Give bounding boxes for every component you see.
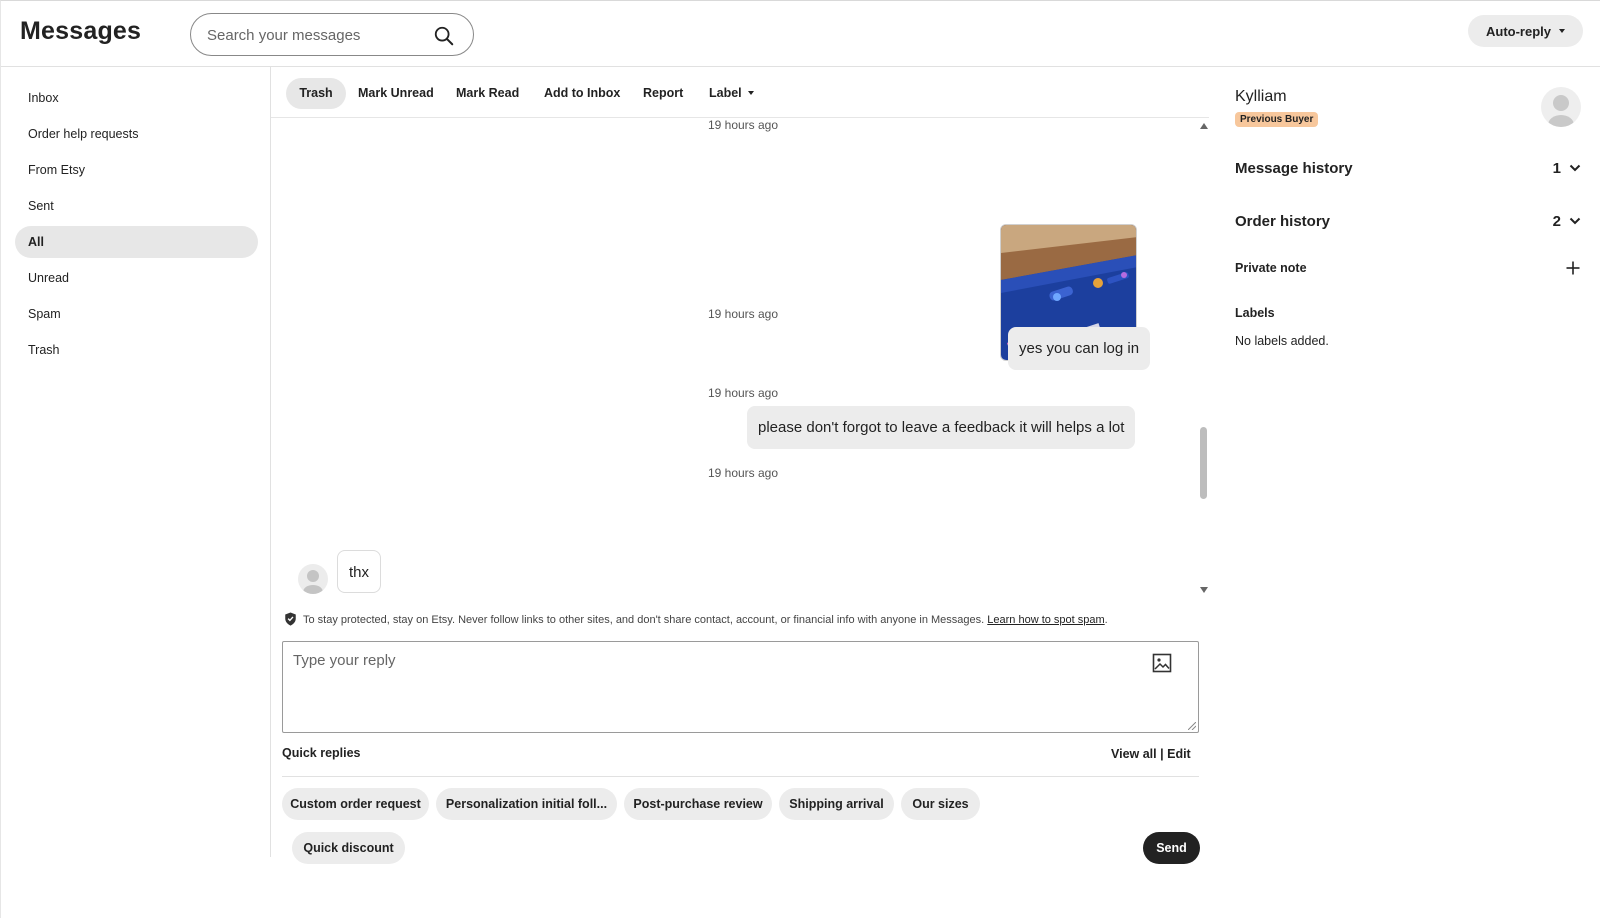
sidebar-item-trash[interactable]: Trash: [15, 334, 258, 366]
mark-read-button[interactable]: Mark Read: [456, 78, 519, 109]
scrollbar-thumb[interactable]: [1200, 427, 1207, 499]
reply-box[interactable]: [282, 641, 1199, 733]
link-separator: |: [1160, 747, 1164, 761]
trash-button[interactable]: Trash: [286, 78, 346, 109]
search-input[interactable]: [207, 23, 427, 47]
buyer-name[interactable]: Kylliam: [1235, 88, 1287, 106]
message-history-count: 1: [1552, 160, 1561, 177]
message-bubble-incoming: thx: [337, 550, 382, 593]
safety-notice: To stay protected, stay on Etsy. Never f…: [284, 612, 1184, 626]
quick-reply-chip[interactable]: Post-purchase review: [624, 788, 772, 820]
safety-notice-text: To stay protected, stay on Etsy. Never f…: [303, 614, 985, 626]
labels-title: Labels: [1235, 306, 1275, 320]
add-image-icon[interactable]: [1152, 653, 1172, 673]
chevron-down-icon: [1569, 164, 1581, 172]
view-all-link[interactable]: View all: [1111, 747, 1157, 761]
quick-reply-chip[interactable]: Personalization initial foll...: [436, 788, 617, 820]
edit-link[interactable]: Edit: [1167, 747, 1191, 761]
folder-sidebar: Inbox Order help requests From Etsy Sent…: [1, 67, 271, 857]
thread-scrollbar[interactable]: [1199, 118, 1209, 601]
message-toolbar: Trash Mark Unread Mark Read Add to Inbox…: [271, 67, 1209, 118]
sidebar-item-unread[interactable]: Unread: [15, 262, 258, 294]
app-window: Messages Auto-reply Inbox Order help req…: [0, 0, 1600, 918]
message-bubble-outgoing: yes you can log in: [1008, 327, 1151, 370]
avatar-silhouette-icon: [303, 570, 323, 594]
sidebar-item-inbox[interactable]: Inbox: [15, 82, 258, 114]
no-labels-text: No labels added.: [1235, 334, 1329, 348]
divider: [282, 776, 1199, 777]
auto-reply-label: Auto-reply: [1486, 23, 1551, 39]
scroll-up-arrow-icon[interactable]: [1200, 123, 1208, 129]
header: Messages Auto-reply: [1, 1, 1600, 67]
quick-replies-title: Quick replies: [282, 746, 361, 760]
learn-spam-link[interactable]: Learn how to spot spam: [987, 614, 1104, 626]
buyer-avatar-small: [298, 564, 328, 594]
label-dropdown[interactable]: Label: [709, 78, 754, 109]
quick-reply-chip[interactable]: Custom order request: [282, 788, 429, 820]
message-history-label: Message history: [1235, 160, 1353, 177]
message-timestamp: 19 hours ago: [707, 386, 779, 400]
caret-down-icon: [747, 90, 754, 95]
message-history-row[interactable]: Message history 1: [1235, 160, 1583, 177]
message-timestamp: 19 hours ago: [707, 118, 779, 132]
sidebar-item-order-help-requests[interactable]: Order help requests: [15, 118, 258, 150]
search-box[interactable]: [190, 13, 474, 56]
avatar-silhouette-icon: [1548, 95, 1574, 127]
resize-handle-icon[interactable]: [1188, 722, 1196, 730]
quick-reply-chip[interactable]: Quick discount: [292, 832, 405, 864]
conversation-pane: Trash Mark Unread Mark Read Add to Inbox…: [271, 67, 1209, 864]
sidebar-item-spam[interactable]: Spam: [15, 298, 258, 330]
sidebar-item-from-etsy[interactable]: From Etsy: [15, 154, 258, 186]
quick-replies-links: View all | Edit: [1111, 747, 1191, 761]
message-bubble-outgoing: please don't forgot to leave a feedback …: [747, 406, 1136, 449]
page-title: Messages: [20, 17, 142, 45]
label-dropdown-text: Label: [709, 86, 742, 100]
sidebar-item-all[interactable]: All: [15, 226, 258, 258]
chevron-down-icon: [1569, 217, 1581, 225]
quick-reply-chip[interactable]: Shipping arrival: [779, 788, 894, 820]
previous-buyer-badge: Previous Buyer: [1235, 112, 1319, 127]
scroll-down-arrow-icon[interactable]: [1200, 587, 1208, 593]
send-button[interactable]: Send: [1143, 832, 1200, 864]
buyer-details-panel: Kylliam Previous Buyer Message history 1…: [1209, 67, 1600, 857]
quick-reply-chip[interactable]: Our sizes: [901, 788, 980, 820]
shield-icon: [285, 612, 296, 626]
sidebar-item-sent[interactable]: Sent: [15, 190, 258, 222]
order-history-row[interactable]: Order history 2: [1235, 213, 1583, 230]
caret-down-icon: [1559, 29, 1565, 33]
search-icon[interactable]: [433, 25, 455, 47]
private-note-label: Private note: [1235, 261, 1307, 275]
message-thread[interactable]: 19 hours ago 19 hours ago yes you can lo…: [271, 118, 1209, 601]
add-to-inbox-button[interactable]: Add to Inbox: [544, 78, 620, 109]
order-history-count: 2: [1552, 213, 1561, 230]
report-button[interactable]: Report: [643, 78, 683, 109]
buyer-avatar[interactable]: [1541, 87, 1581, 127]
mark-unread-button[interactable]: Mark Unread: [358, 78, 434, 109]
message-timestamp: 19 hours ago: [707, 466, 779, 480]
message-timestamp: 19 hours ago: [707, 307, 779, 321]
auto-reply-button[interactable]: Auto-reply: [1468, 15, 1583, 47]
order-history-label: Order history: [1235, 213, 1331, 230]
add-private-note-icon[interactable]: [1566, 261, 1580, 275]
reply-input[interactable]: [293, 652, 1113, 722]
